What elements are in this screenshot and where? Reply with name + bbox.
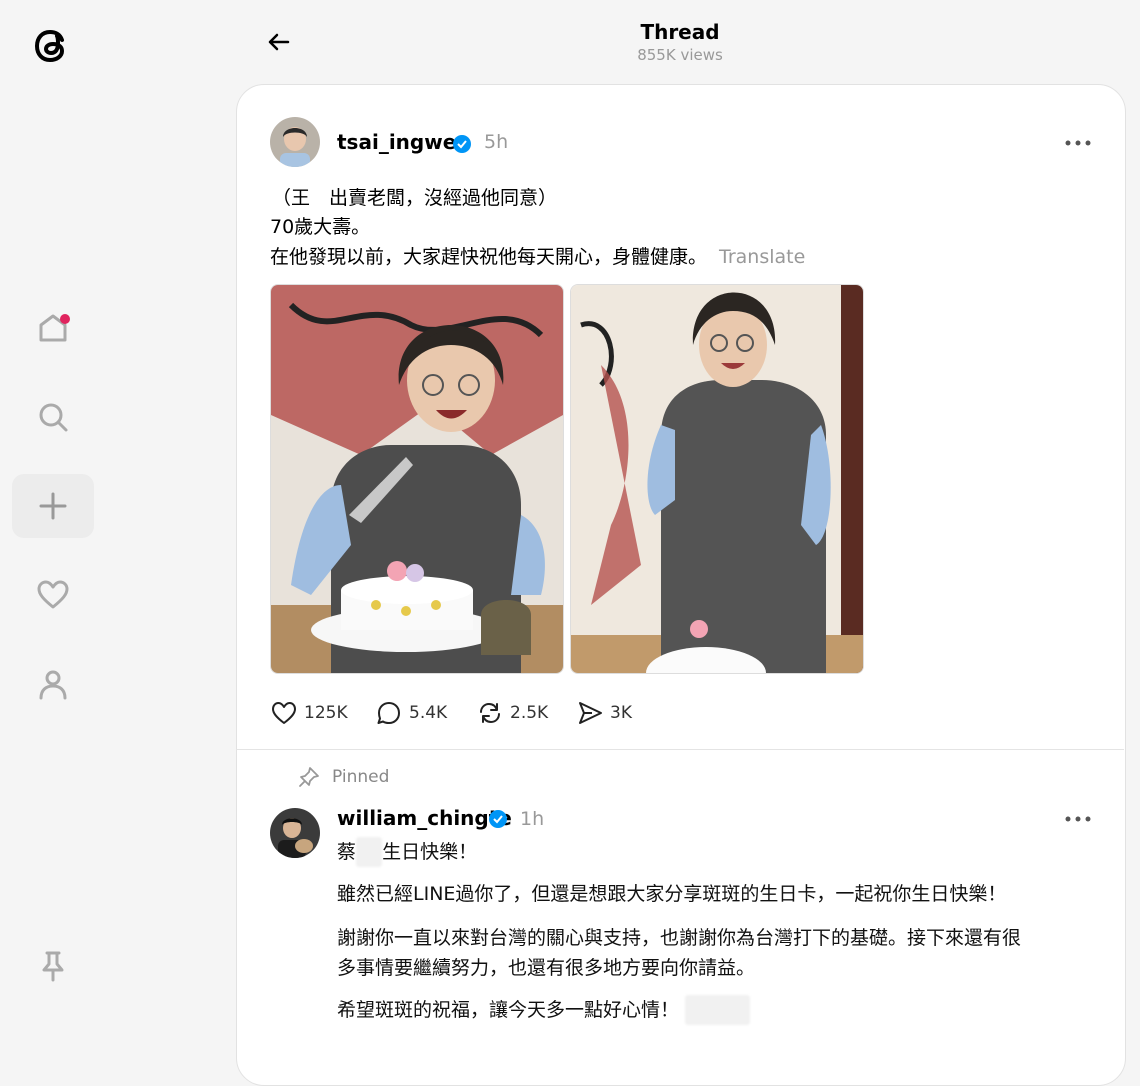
reply-greeting-b: 生日快樂！ xyxy=(382,841,478,863)
avatar[interactable] xyxy=(270,117,320,167)
page-title: Thread xyxy=(640,20,720,44)
repost-button[interactable]: 2.5K xyxy=(476,699,548,727)
search-icon xyxy=(39,403,68,432)
post-text-body: 在他發現以前，大家趕快祝他每天開心，身體健康。 xyxy=(270,246,708,268)
verified-icon xyxy=(453,135,471,153)
reply-paragraph-3: 希望斑斑的祝福，讓今天多一點好心情！ XXXXX xyxy=(337,995,751,1025)
create-button[interactable] xyxy=(12,474,94,538)
post-text-line-2: 70歲大壽。 xyxy=(270,216,371,238)
post-text-line-3: 在他發現以前，大家趕快祝他每天開心，身體健康。 Translate xyxy=(270,243,805,272)
more-icon[interactable] xyxy=(1064,138,1092,148)
reply-count: 5.4K xyxy=(409,703,448,723)
profile-button[interactable] xyxy=(12,652,94,716)
pinned-indicator: Pinned xyxy=(298,766,389,788)
post-photo-2[interactable] xyxy=(570,284,864,674)
profile-icon xyxy=(39,670,67,700)
comment-button[interactable]: 5.4K xyxy=(375,699,447,727)
reply-paragraph-1: 雖然已經LINE過你了，但還是想跟大家分享斑斑的生日卡，一起祝你生日快樂！ xyxy=(337,883,1007,905)
redacted-text: XXXXX xyxy=(685,995,751,1025)
post-time: 5h xyxy=(484,131,509,153)
plus-icon xyxy=(39,492,67,520)
reply-avatar[interactable] xyxy=(270,808,320,858)
activity-button[interactable] xyxy=(12,563,94,627)
view-count: 855K views xyxy=(637,46,723,64)
share-icon xyxy=(579,702,602,724)
more-icon[interactable] xyxy=(1064,814,1092,824)
verified-icon xyxy=(489,810,507,828)
repost-count: 2.5K xyxy=(510,703,549,723)
post-text-line-1: （王 出賣老闆，沒經過他同意） xyxy=(272,187,558,209)
pin-icon xyxy=(42,951,64,982)
post-photo-1[interactable] xyxy=(270,284,564,674)
post-username[interactable]: tsai_ingwen xyxy=(337,130,471,154)
comment-icon xyxy=(377,702,400,724)
home-button[interactable] xyxy=(12,296,94,360)
sidebar xyxy=(0,0,110,1034)
reply-time: 1h xyxy=(520,808,545,830)
reply-greeting-a: 蔡 xyxy=(337,841,357,863)
reply-paragraph-2b: 多事情要繼續努力，也還有很多地方要向你請益。 xyxy=(337,957,756,979)
share-button[interactable]: 3K xyxy=(576,699,632,727)
reply-username[interactable]: william_chingte xyxy=(337,806,512,830)
redacted-text: XX xyxy=(356,837,383,867)
like-button[interactable]: 125K xyxy=(270,699,348,727)
reply-greeting: 蔡XX生日快樂！ xyxy=(337,837,477,867)
repost-icon xyxy=(480,703,500,723)
pin-icon xyxy=(299,767,319,787)
reply-paragraph-2a: 謝謝你一直以來對台灣的關心與支持，也謝謝你為台灣打下的基礎。接下來還有很 xyxy=(337,927,1022,949)
notification-dot xyxy=(60,314,70,324)
share-count: 3K xyxy=(610,703,632,723)
divider xyxy=(236,749,1124,750)
pinned-label: Pinned xyxy=(332,767,390,787)
translate-link[interactable]: Translate xyxy=(719,246,805,268)
like-count: 125K xyxy=(304,703,348,723)
like-icon xyxy=(272,702,296,724)
reply-paragraph-3-text: 希望斑斑的祝福，讓今天多一點好心情！ xyxy=(337,999,680,1021)
pinned-button[interactable] xyxy=(12,934,94,998)
heart-icon xyxy=(37,580,69,609)
search-button[interactable] xyxy=(12,385,94,449)
